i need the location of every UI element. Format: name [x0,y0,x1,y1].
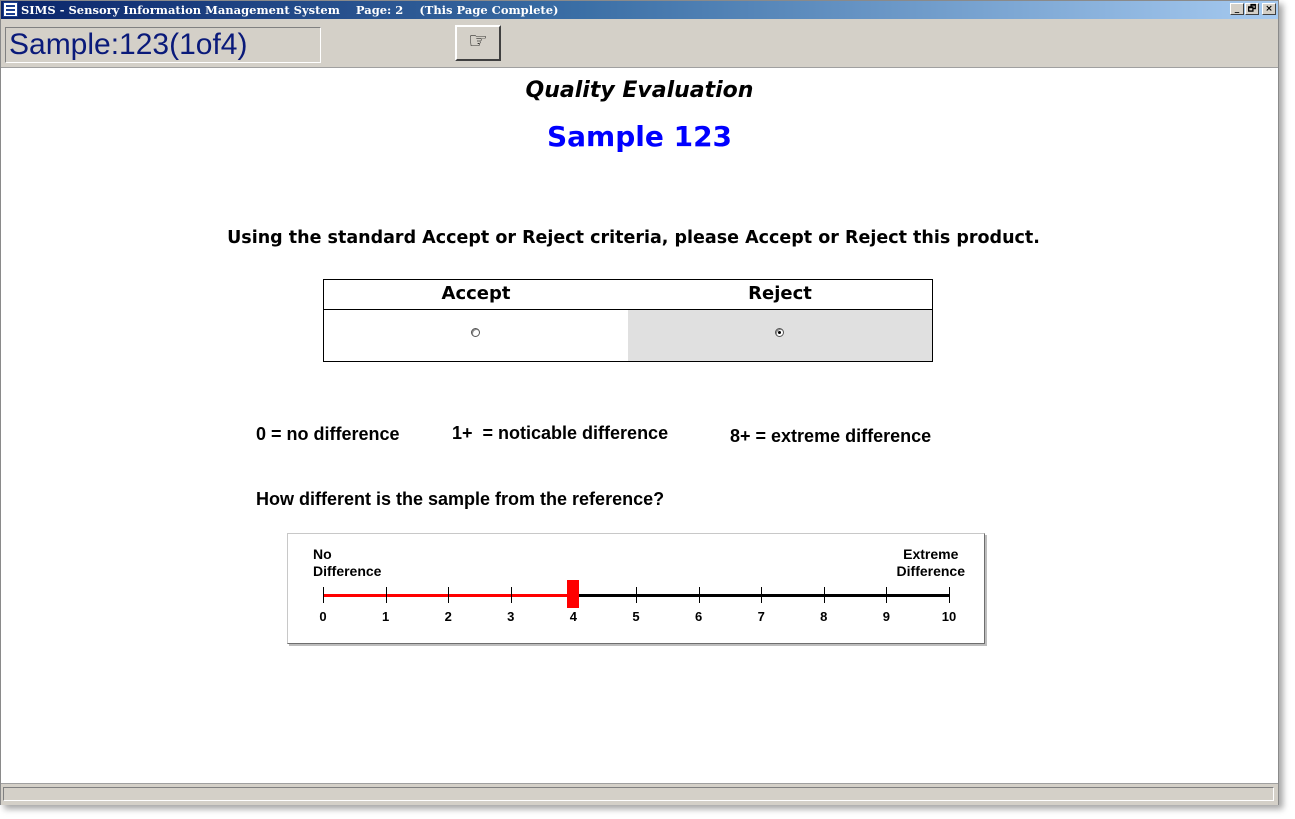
scale-tick [448,587,450,603]
scale-right-anchor-line2: Difference [896,563,965,579]
scale-left-anchor-line1: No [313,546,332,562]
toolbar: Sample:123(1of4) ☞ [1,19,1278,68]
pointing-hand-icon: ☞ [468,29,488,54]
accept-cell[interactable] [324,310,628,361]
scale-tick [886,587,888,603]
scale-tick [949,587,950,603]
scale-tick-label: 7 [757,609,765,624]
accept-header: Accept [324,280,628,310]
accept-radio[interactable] [471,328,480,337]
minimize-button[interactable]: _ [1230,3,1244,15]
reject-header: Reject [628,280,932,310]
accept-column: Accept [324,280,629,361]
scale-tick [510,587,512,603]
title-bar: SIMS - Sensory Information Management Sy… [1,1,1278,19]
scale-tick [385,587,387,603]
scale-right-anchor: Extreme Difference [897,546,965,580]
window-title: SIMS - Sensory Information Management Sy… [21,3,559,17]
status-panel [3,787,1274,801]
scale-tick-label: 10 [941,609,957,624]
reject-radio[interactable] [775,328,784,337]
scale-tick [823,587,825,603]
reject-column: Reject [628,280,932,361]
scale-tick [636,587,637,603]
scale-tick-label: 6 [694,609,703,624]
sample-indicator: Sample:123(1of4) [5,27,321,63]
legend-noticable-difference: 1+ = noticable difference [452,423,669,443]
legend-extreme-difference: 8+ = extreme difference [730,426,932,446]
scale-tick [698,587,700,603]
scale-tick-label: 1 [381,609,390,624]
page-heading: Quality Evaluation [525,78,754,103]
form-area: Quality Evaluation Sample 123 Using the … [1,68,1278,782]
scale-tick-label: 2 [444,609,452,624]
scale-slider-thumb[interactable] [567,580,580,608]
accept-reject-question: Using the standard Accept or Reject crit… [227,228,1040,248]
next-page-button[interactable]: ☞ [455,25,501,61]
difference-scale-panel: No Difference Extreme Difference 0 1 2 3 4 5 6… [287,533,985,644]
status-bar [1,783,1278,805]
scale-tick-label: 8 [820,609,828,624]
scale-tick-label: 0 [319,609,327,624]
scale-tick-label: 5 [632,609,640,624]
scale-tick-label: 3 [507,609,515,624]
scale-tick-label: 9 [882,609,890,624]
app-window: SIMS - Sensory Information Management Sy… [0,0,1279,805]
scale-right-anchor-line1: Extreme [903,546,959,562]
sample-title: Sample 123 [546,120,733,153]
difference-question: How different is the sample from the ref… [256,489,665,509]
scale-left-anchor-line2: Difference [313,563,382,579]
close-button[interactable]: × [1262,3,1276,15]
scale-tick [761,587,763,603]
app-icon [3,2,18,17]
scale-left-anchor: No Difference [313,546,381,580]
legend-no-difference: 0 = no difference [256,424,400,444]
accept-reject-table: Accept Reject [323,279,933,362]
reject-cell[interactable] [628,310,932,361]
scale-tick-label: 4 [569,609,577,624]
restore-button[interactable]: 🗗 [1245,3,1259,15]
scale-tick [323,587,324,603]
